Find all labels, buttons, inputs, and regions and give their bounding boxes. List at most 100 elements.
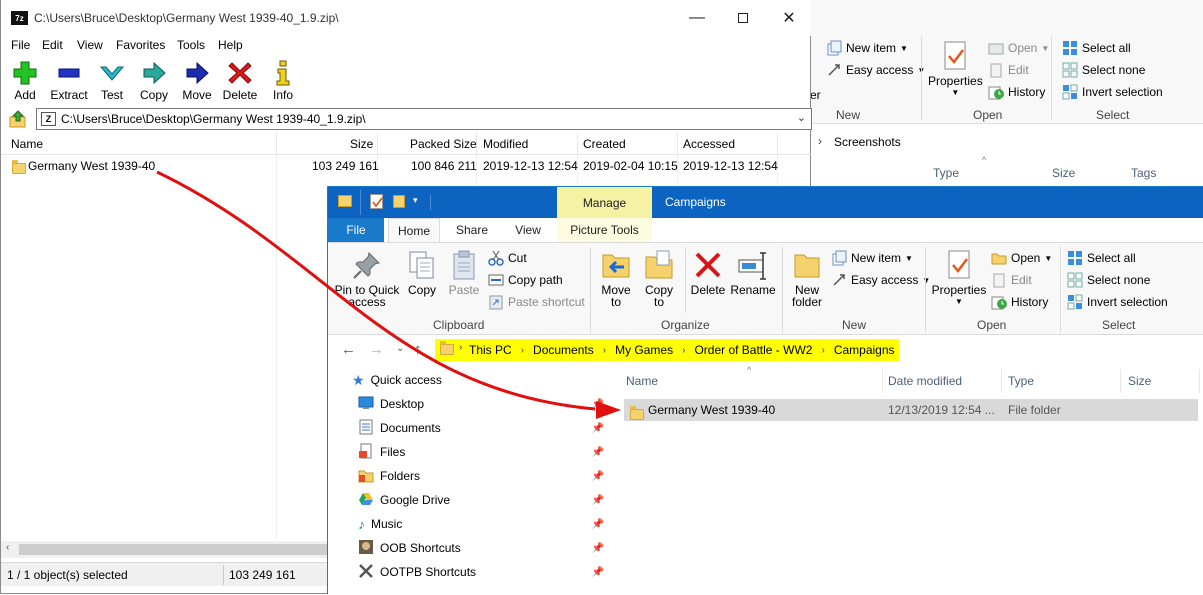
pin-icon[interactable]: 📌 [592,495,604,506]
select-all-button[interactable]: Select all [1067,250,1136,266]
new-folder-qat-button[interactable] [393,195,405,208]
menu-tools[interactable]: Tools [177,38,205,52]
pin-to-quick-access-button[interactable]: Pin to Quick access [334,249,400,308]
bg-breadcrumb-folder[interactable]: Screenshots [834,135,901,149]
scroll-left-icon[interactable]: ‹ [6,542,9,553]
paste-button[interactable]: Paste [449,249,479,296]
copy-path-button[interactable]: Copy path [488,272,563,288]
menu-favorites[interactable]: Favorites [116,38,165,52]
test-button[interactable]: Test [98,60,126,102]
bg-invert-selection-button[interactable]: Invert selection [1062,84,1163,100]
pin-icon[interactable]: 📌 [592,447,604,458]
tab-picture-tools[interactable]: Picture Tools [557,218,652,242]
delete-button[interactable]: Delete [222,60,258,102]
col-divider[interactable] [377,133,378,155]
col-divider[interactable] [1120,369,1121,393]
copy-to-button[interactable]: Copy to [641,249,677,308]
menu-file[interactable]: File [11,38,30,52]
bg-col-size[interactable]: Size [1052,166,1075,180]
bg-open-button[interactable]: Open ▼ [988,40,1049,56]
col-modified[interactable]: Modified [483,137,528,151]
col-size[interactable]: Size [1128,374,1151,388]
col-date-modified[interactable]: Date modified [888,374,962,388]
col-packed-size[interactable]: Packed Size [410,137,477,151]
col-created[interactable]: Created [583,137,626,151]
new-folder-button[interactable]: New folder [787,249,827,308]
bg-col-type[interactable]: Type [933,166,959,180]
col-accessed[interactable]: Accessed [683,137,735,151]
bg-edit-button[interactable]: Edit [988,62,1029,78]
nav-item-folders[interactable]: Folders 📌 [358,465,608,487]
breadcrumb-documents[interactable]: Documents [533,343,594,357]
new-item-button[interactable]: New item ▼ [831,250,913,266]
nav-item-oob-shortcuts[interactable]: OOB Shortcuts 📌 [358,537,608,559]
nav-item-music[interactable]: ♪ Music 📌 [358,513,608,535]
col-name[interactable]: Name [11,137,43,151]
manage-tab[interactable]: Manage [557,187,652,218]
move-to-button[interactable]: Move to [598,249,634,308]
nav-item-quick-access[interactable]: ★ Quick access [352,369,602,391]
rename-button[interactable]: Rename [730,249,776,296]
breadcrumb-my-games[interactable]: My Games [615,343,673,357]
col-divider[interactable] [476,133,477,155]
up-folder-button[interactable] [9,110,27,128]
menu-help[interactable]: Help [218,38,243,52]
bg-easy-access-button[interactable]: Easy access▼ [826,62,925,78]
back-arrow-icon[interactable]: ← [341,341,356,358]
col-divider[interactable] [882,369,883,393]
select-none-button[interactable]: Select none [1067,272,1150,288]
tab-home[interactable]: Home [388,218,440,242]
col-divider[interactable] [677,133,678,155]
forward-arrow-icon[interactable]: → [369,341,384,358]
copy-button[interactable]: Copy [407,249,437,296]
breadcrumb-order-of-battle[interactable]: Order of Battle - WW2 [694,343,812,357]
bg-history-button[interactable]: History [988,84,1045,100]
properties-button[interactable]: Properties ▼ [930,249,988,308]
breadcrumb[interactable]: › This PC › Documents › My Games › Order… [435,339,899,361]
minimize-button[interactable]: — [674,0,720,36]
col-divider[interactable] [1001,369,1002,393]
col-type[interactable]: Type [1008,374,1034,388]
pin-icon[interactable]: 📌 [592,399,604,410]
col-size[interactable]: Size [350,137,373,151]
maximize-button[interactable] [720,0,766,36]
tab-file[interactable]: File [328,218,384,242]
invert-selection-button[interactable]: Invert selection [1067,294,1168,310]
col-divider[interactable] [1199,369,1200,393]
pin-icon[interactable]: 📌 [592,567,604,578]
bg-properties-button[interactable]: Properties ▼ [928,40,983,99]
move-button[interactable]: Move [181,60,213,102]
nav-item-desktop[interactable]: Desktop 📌 [358,393,608,415]
up-arrow-icon[interactable]: ↑ [414,341,422,358]
col-divider[interactable] [777,133,778,155]
add-button[interactable]: Add [11,60,39,102]
cut-button[interactable]: Cut [488,250,527,266]
bg-new-item-button[interactable]: New item ▼ [826,40,908,56]
nav-item-documents[interactable]: Documents 📌 [358,417,608,439]
qat-dropdown-icon[interactable]: ▾ [413,195,418,206]
info-button[interactable]: Info [269,60,297,102]
history-button[interactable]: History [991,294,1048,310]
nav-item-google-drive[interactable]: Google Drive 📌 [358,489,608,511]
pin-icon[interactable]: 📌 [592,543,604,554]
nav-item-ootpb-shortcuts[interactable]: OOTPB Shortcuts 📌 [358,561,608,583]
recent-locations-icon[interactable]: ⌄ [396,343,404,354]
close-button[interactable]: ✕ [766,0,812,36]
menu-edit[interactable]: Edit [42,38,63,52]
bg-col-tags[interactable]: Tags [1131,166,1156,180]
scrollbar-thumb[interactable] [19,544,339,555]
paste-shortcut-button[interactable]: Paste shortcut [488,294,585,310]
7zip-address-combobox[interactable]: Z C:\Users\Bruce\Desktop\Germany West 19… [36,108,812,130]
menu-view[interactable]: View [77,38,103,52]
tab-share[interactable]: Share [446,218,498,242]
properties-qat-button[interactable] [370,194,383,209]
pin-icon[interactable]: 📌 [592,471,604,482]
chevron-down-icon[interactable]: ⌄ [797,111,806,124]
easy-access-button[interactable]: Easy access ▼ [831,272,930,288]
col-divider[interactable] [276,133,277,155]
bg-select-none-button[interactable]: Select none [1062,62,1145,78]
open-button[interactable]: Open ▼ [991,250,1052,266]
delete-button[interactable]: Delete [690,249,726,296]
breadcrumb-campaigns[interactable]: Campaigns [834,343,895,357]
pin-icon[interactable]: 📌 [592,423,604,434]
